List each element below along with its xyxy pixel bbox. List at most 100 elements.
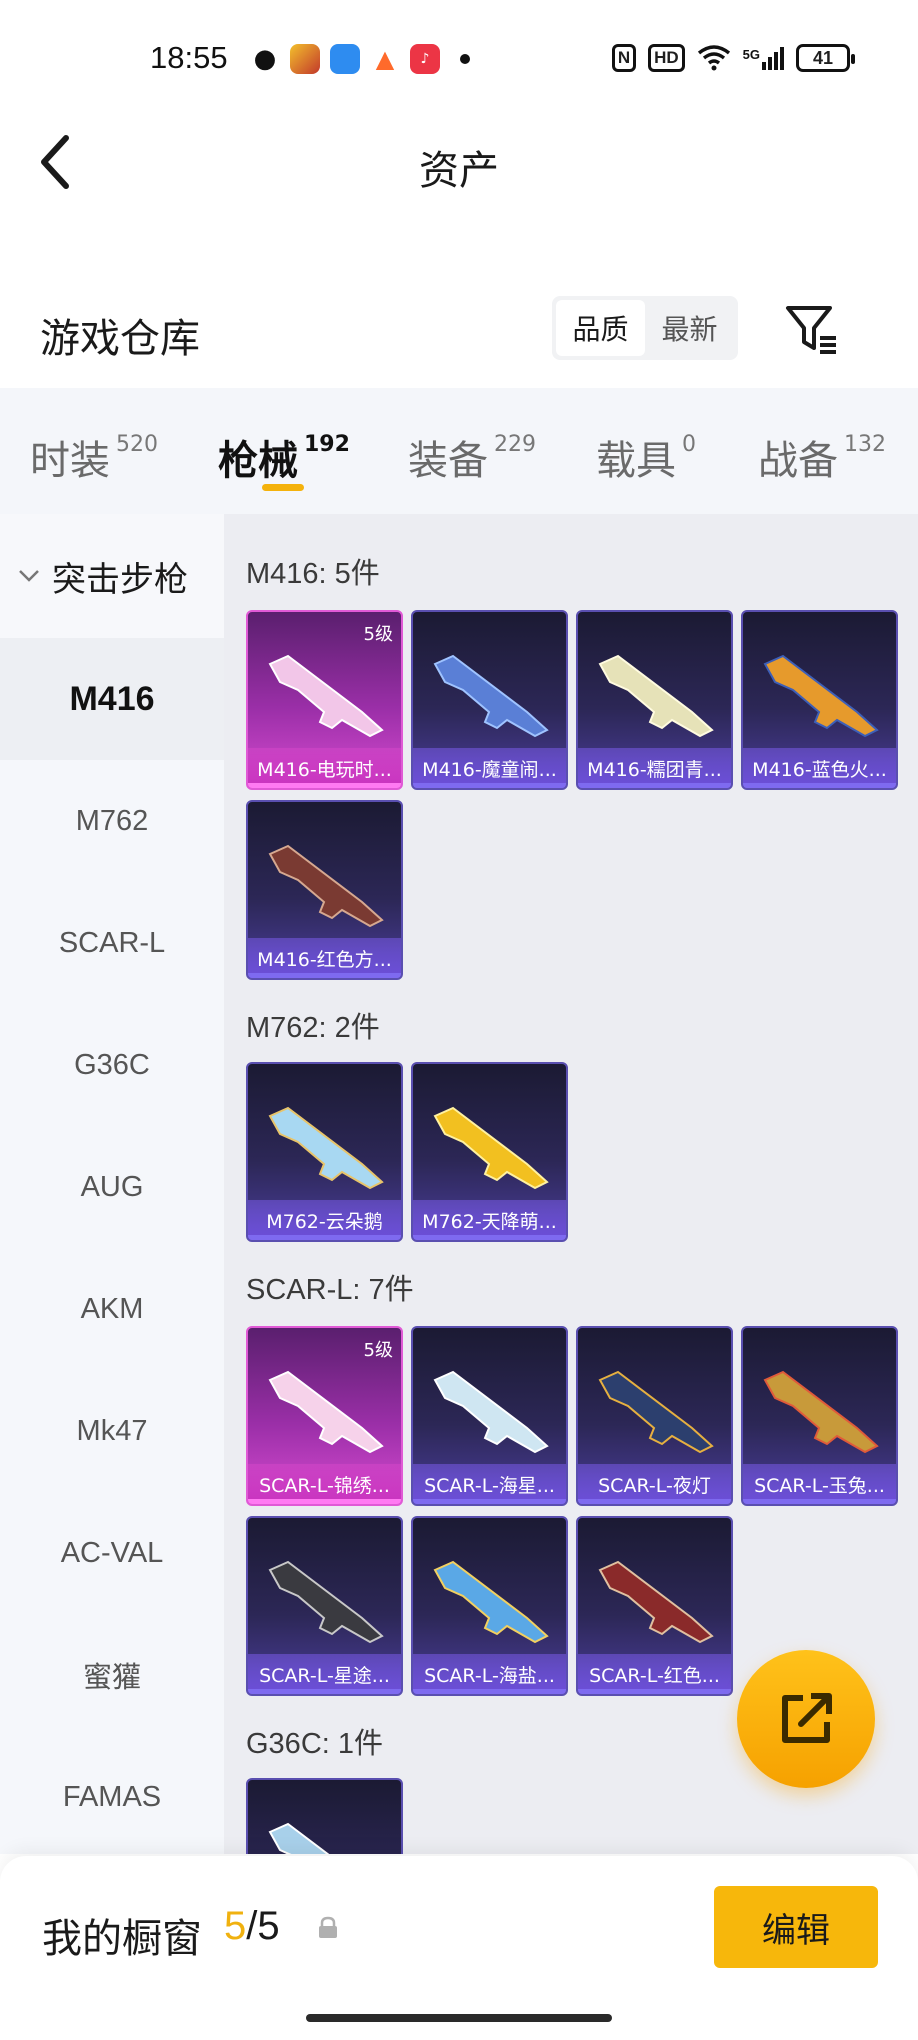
rarity-bar [248,1235,401,1240]
weapon-card-label: SCAR-L-海星... [413,1464,566,1504]
sidebar-item-famas[interactable]: FAMAS [0,1736,224,1858]
group-title-scar-l: SCAR-L: 7件 [246,1274,414,1306]
weapon-card[interactable]: M416-蓝色火... [741,610,898,790]
weapon-card[interactable]: M416-红色方... [246,800,403,980]
tab-count: 192 [304,432,350,457]
more-notifications-icon [460,54,470,64]
weapon-card[interactable]: SCAR-L-玉兔... [741,1326,898,1506]
sidebar-item-ac-val[interactable]: AC-VAL [0,1492,224,1614]
rifle-skin-image [268,1370,384,1454]
sidebar-item-akm[interactable]: AKM [0,1248,224,1370]
weapon-card[interactable]: M762-天降萌... [411,1062,568,1242]
chevron-down-icon [19,570,39,582]
battery-level: 41 [812,47,834,68]
weapon-card[interactable]: SCAR-L-夜灯 [576,1326,733,1506]
group-title-m762: M762: 2件 [246,1012,380,1044]
status-bar: 18:55 ● ▲ ♪ N HD 5G 41 [0,0,918,120]
rifle-skin-image [268,654,384,738]
sort-toggle: 品质 最新 [552,296,738,360]
weapon-card-label: SCAR-L-星途... [248,1654,401,1694]
system-icons: N HD 5G 41 [611,44,855,72]
sidebar-item-m762[interactable]: M762 [0,760,224,882]
warehouse-title: 游戏仓库 [40,316,200,362]
tab-vehicles[interactable]: 载具 0 [596,428,696,486]
sidebar-item-honey-badger[interactable]: 蜜獾 [0,1614,224,1736]
wifi-icon [697,45,730,71]
weapon-card-label: SCAR-L-玉兔... [743,1464,896,1504]
tab-supplies[interactable]: 战备 132 [758,428,886,486]
weapon-card-label: SCAR-L-海盐... [413,1654,566,1694]
weapon-card[interactable]: M416-魔童闹... [411,610,568,790]
signal-icon: 5G [743,46,784,70]
sidebar-item-m416[interactable]: M416 [0,638,224,760]
rarity-bar [413,1235,566,1240]
weapon-card-label: M416-电玩时... [248,748,401,788]
notification-icons: ● ▲ ♪ [250,44,470,74]
rifle-skin-image [433,1560,549,1644]
tab-firearms[interactable]: 枪械 192 [218,428,350,486]
rifle-skin-image [763,1370,879,1454]
tab-count: 520 [116,432,158,457]
rarity-bar [248,973,401,978]
rarity-bar [743,1499,896,1504]
tab-equipment[interactable]: 装备 229 [408,428,536,486]
rifle-skin-image [763,654,879,738]
edit-button[interactable]: 编辑 [714,1886,878,1968]
tab-fashion[interactable]: 时装 520 [30,428,158,486]
weapon-card[interactable]: SCAR-L-海盐... [411,1516,568,1696]
rarity-bar [413,783,566,788]
weapon-card-label: SCAR-L-红色... [578,1654,731,1694]
weapon-card[interactable]: 5级 M416-电玩时... [246,610,403,790]
sidebar-item-aug[interactable]: AUG [0,1126,224,1248]
rifle-skin-image [433,654,549,738]
tab-count: 0 [682,432,696,457]
showcase-label: 我的橱窗 [42,1916,202,1962]
sidebar-item-g36c[interactable]: G36C [0,1004,224,1126]
filter-icon[interactable] [784,302,840,358]
rarity-bar [413,1499,566,1504]
sidebar-item-mk47[interactable]: Mk47 [0,1370,224,1492]
rifle-skin-image [598,654,714,738]
weapon-card[interactable]: SCAR-L-红色... [576,1516,733,1696]
weapon-card-label: M762-天降萌... [413,1200,566,1240]
share-fab-button[interactable] [737,1650,875,1788]
game-app-icon [290,44,320,74]
sidebar-item-scar-l[interactable]: SCAR-L [0,882,224,1004]
page-title: 资产 [419,148,499,194]
gamepad-icon: ▲ [375,45,395,73]
sidebar-group-assault-rifles[interactable]: 突击步枪 [0,514,224,638]
tab-count: 229 [494,432,536,457]
active-tab-indicator [262,484,304,491]
weapon-card-label: M416-糯团青... [578,748,731,788]
sort-latest-button[interactable]: 最新 [645,300,734,356]
weapon-card-label: SCAR-L-夜灯 [578,1464,731,1504]
level-badge: 5级 [363,1340,393,1361]
rifle-skin-image [268,1822,330,1854]
blue-app-icon [330,44,360,74]
rarity-bar [248,1499,401,1504]
sort-quality-button[interactable]: 品质 [556,300,645,356]
music-icon: ♪ [410,44,440,74]
group-title-g36c: G36C: 1件 [246,1728,383,1760]
weapon-card[interactable]: SCAR-L-星途... [246,1516,403,1696]
tab-label: 装备 [408,438,488,484]
weapon-card-label: SCAR-L-锦绣... [248,1464,401,1504]
rarity-bar [743,783,896,788]
weapon-card[interactable]: M416-糯团青... [576,610,733,790]
wechat-icon: ● [253,44,277,74]
weapon-card[interactable]: SCAR-L-海星... [411,1326,568,1506]
home-indicator[interactable] [306,2014,612,2022]
rarity-bar [578,1499,731,1504]
lock-icon [319,1916,337,1938]
weapon-card[interactable]: 5级 SCAR-L-锦绣... [246,1326,403,1506]
weapon-card[interactable]: M762-云朵鹅 [246,1062,403,1242]
showcase-separator: / [246,1904,258,1948]
nfc-icon: N [611,44,637,72]
rifle-skin-image [268,1560,384,1644]
battery-icon: 41 [796,44,855,72]
showcase-current: 5 [224,1904,247,1948]
rarity-bar [248,1689,401,1694]
weapon-card[interactable] [246,1778,403,1854]
tab-label: 战备 [758,438,838,484]
weapon-card-label: M416-红色方... [248,938,401,978]
